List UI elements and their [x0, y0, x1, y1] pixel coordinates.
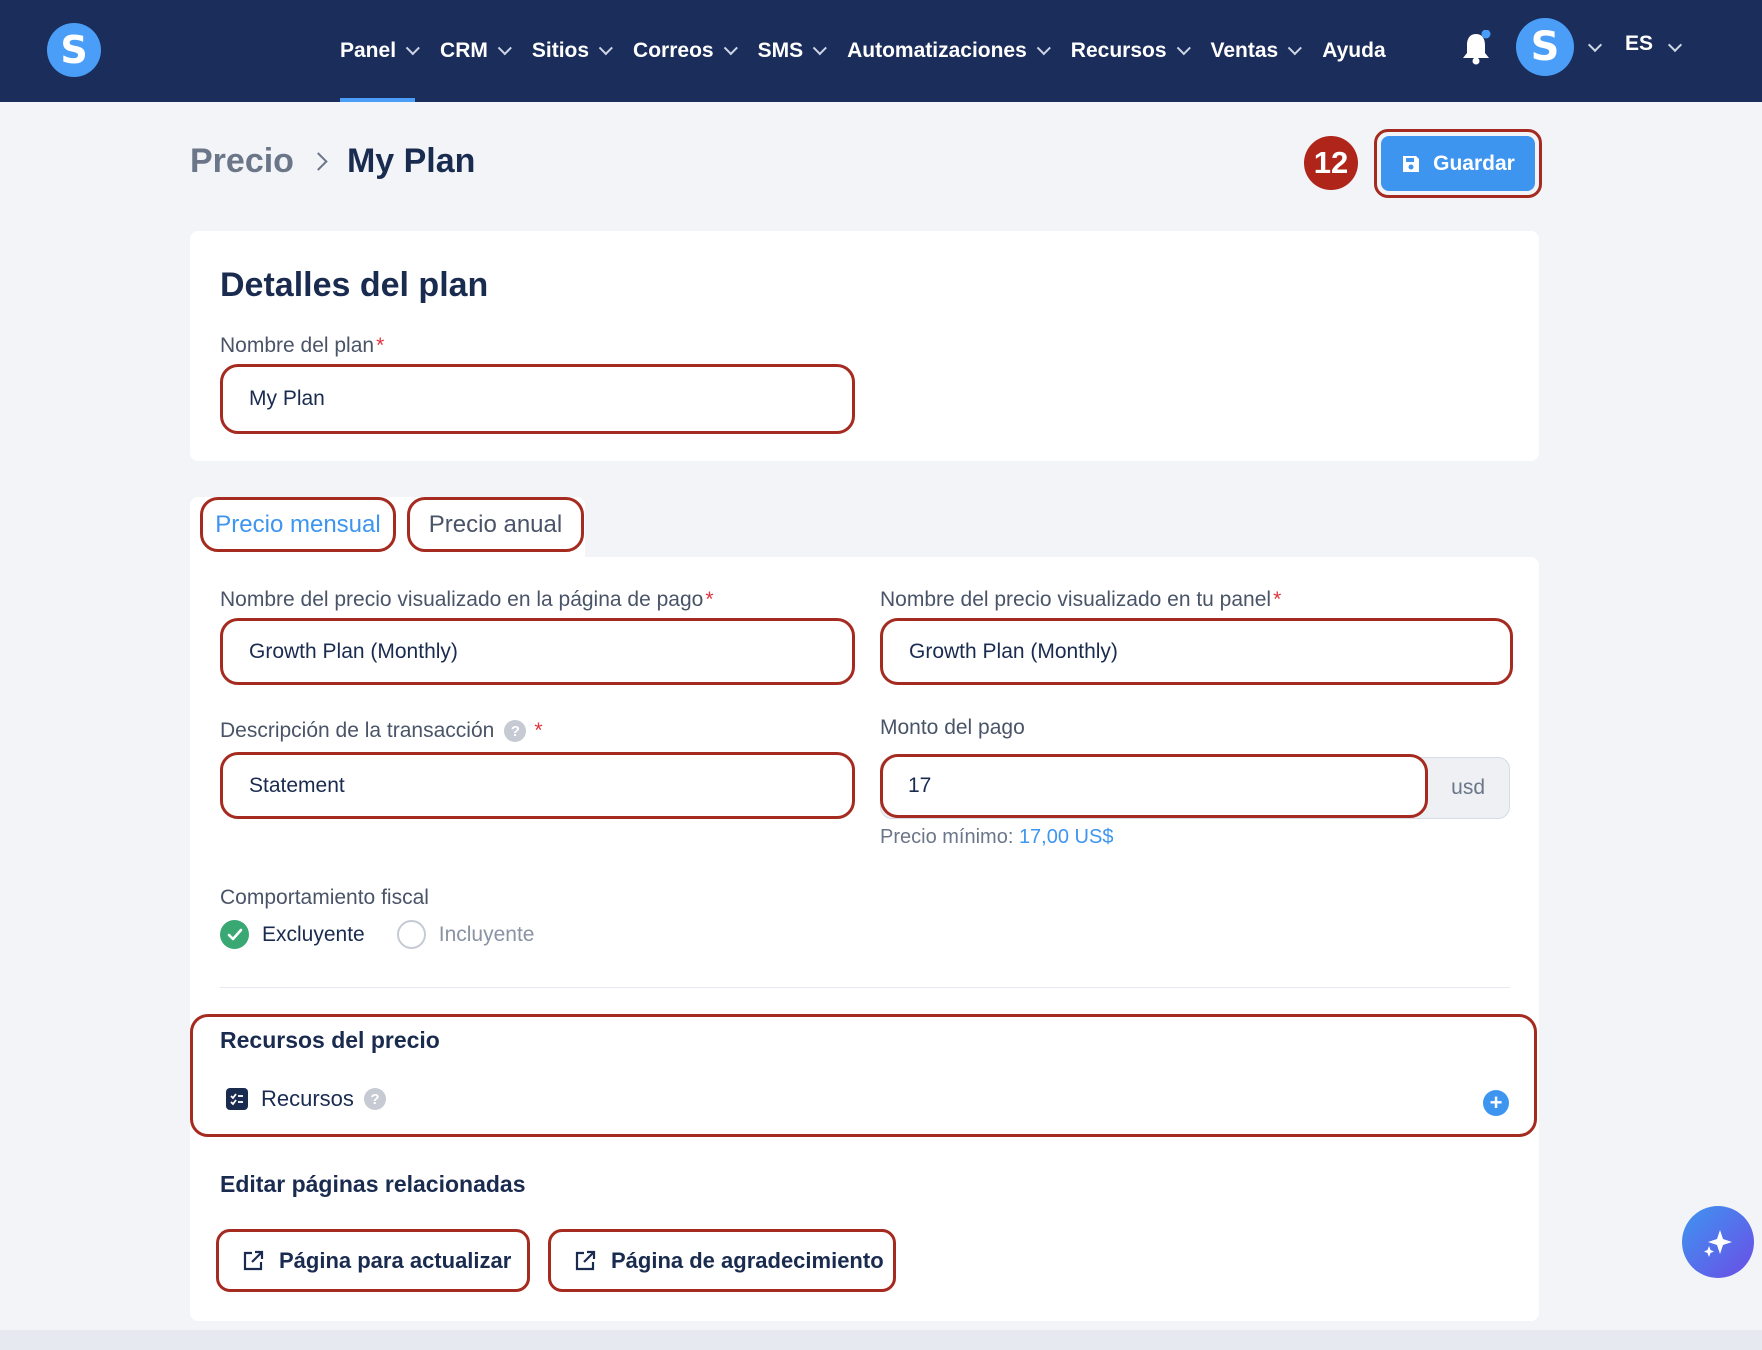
nav-item-ayuda[interactable]: Ayuda: [1322, 0, 1385, 102]
save-icon: [1403, 155, 1420, 172]
save-button-label: Guardar: [1433, 151, 1515, 175]
nav-item-ventas[interactable]: Ventas: [1210, 0, 1303, 102]
nav-item-label: Ayuda: [1322, 39, 1386, 62]
bell-icon[interactable]: [1460, 29, 1492, 66]
plan-name-highlight: My Plan: [220, 364, 855, 434]
checkout-name-label: Nombre del precio visualizado en la pági…: [220, 588, 714, 612]
help-icon[interactable]: ?: [363, 1088, 386, 1110]
panel-name-label: Nombre del precio visualizado en tu pane…: [880, 588, 1281, 612]
breadcrumb: Precio My Plan: [190, 142, 475, 181]
radio-inclusive-label[interactable]: Incluyente: [439, 923, 535, 947]
resources-row: Recursos ?: [226, 1086, 386, 1112]
nav-item-label: Panel: [340, 39, 397, 62]
chevron-down-icon: [1287, 41, 1303, 56]
page-title: My Plan: [346, 142, 476, 180]
amount-input[interactable]: 17: [886, 760, 1422, 812]
avatar[interactable]: S: [1516, 18, 1574, 76]
nav-item-label: Sitios: [531, 39, 590, 62]
currency-suffix: usd: [1451, 776, 1485, 799]
statement-label: Descripción de la transacción ? *: [220, 719, 543, 743]
resources-title: Recursos del precio: [220, 1027, 440, 1053]
label-text: Nombre del precio visualizado en tu pane…: [880, 588, 1272, 611]
resources-label: Recursos: [261, 1086, 354, 1111]
nav-item-sitios[interactable]: Sitios: [531, 0, 613, 102]
nav-item-crm[interactable]: CRM: [440, 0, 512, 102]
top-navigation-bar: S Panel CRM Sitios Correos SMS Automatiz…: [0, 0, 1762, 102]
nav-item-label: SMS: [757, 39, 804, 62]
checkout-name-input[interactable]: Growth Plan (Monthly): [227, 625, 848, 678]
save-button[interactable]: Guardar: [1381, 136, 1535, 191]
min-price-value: 17,00 US$: [1018, 826, 1114, 848]
required-mark: *: [1273, 588, 1282, 611]
required-mark: *: [705, 588, 714, 611]
checkout-name-highlight: Growth Plan (Monthly): [220, 618, 855, 685]
label-text: Nombre del precio visualizado en la pági…: [220, 588, 704, 611]
app-logo[interactable]: S: [47, 23, 101, 77]
plan-name-label: Nombre del plan*: [220, 334, 384, 358]
panel-name-input[interactable]: Growth Plan (Monthly): [887, 625, 1506, 678]
chevron-down-icon[interactable]: [1587, 37, 1603, 53]
upgrade-page-label: Página para actualizar: [279, 1247, 512, 1273]
nav-item-label: Ventas: [1210, 39, 1279, 62]
nav-item-label: CRM: [440, 39, 488, 62]
radio-exclusive-label[interactable]: Excluyente: [262, 923, 365, 947]
tax-behavior-options: Excluyente Incluyente: [220, 920, 534, 949]
radio-inclusive[interactable]: [396, 920, 426, 949]
nav-item-panel[interactable]: Panel: [340, 0, 420, 102]
chevron-down-icon: [405, 41, 420, 56]
statement-highlight: Statement: [220, 752, 855, 819]
label-text: Nombre del plan: [220, 334, 375, 357]
thank-you-page-label: Página de agradecimiento: [611, 1247, 884, 1273]
divider: [220, 987, 1510, 988]
tab-annual-price[interactable]: Precio anual: [407, 497, 584, 552]
chevron-down-icon: [812, 41, 827, 56]
tax-behavior-label: Comportamiento fiscal: [220, 886, 429, 909]
label-text: Descripción de la transacción: [220, 719, 495, 742]
chevron-down-icon: [723, 41, 738, 56]
chevron-down-icon: [598, 41, 613, 56]
nav-item-label: Recursos: [1070, 39, 1167, 62]
chevron-down-icon: [497, 41, 512, 56]
chevron-right-icon: [309, 152, 328, 171]
nav-item-correos[interactable]: Correos: [633, 0, 738, 102]
thank-you-page-button[interactable]: Página de agradecimiento: [548, 1229, 896, 1292]
amount-highlight: 17: [880, 754, 1428, 818]
min-price-note: Precio mínimo: 17,00 US$: [880, 826, 1113, 849]
upgrade-page-button[interactable]: Página para actualizar: [216, 1229, 530, 1292]
amount-label: Monto del pago: [880, 716, 1025, 739]
tab-monthly-price[interactable]: Precio mensual: [200, 497, 396, 552]
step-badge: 12: [1304, 136, 1358, 190]
plan-details-title: Detalles del plan: [220, 266, 489, 304]
nav-item-label: Automatizaciones: [847, 39, 1027, 62]
chevron-down-icon: [1176, 41, 1191, 56]
nav-item-sms[interactable]: SMS: [757, 0, 827, 102]
external-link-icon: [243, 1250, 264, 1270]
sparkle-icon[interactable]: [1682, 1206, 1754, 1278]
related-pages-title: Editar páginas relacionadas: [220, 1171, 526, 1197]
help-icon[interactable]: ?: [504, 720, 527, 742]
statement-input[interactable]: Statement: [227, 759, 848, 812]
required-mark: *: [534, 719, 543, 742]
panel-name-highlight: Growth Plan (Monthly): [880, 618, 1513, 685]
nav-item-label: Correos: [633, 39, 714, 62]
required-mark: *: [376, 334, 385, 357]
page-footer-strip: [0, 1330, 1762, 1350]
main-nav: Panel CRM Sitios Correos SMS Automatizac…: [340, 0, 1411, 102]
breadcrumb-root[interactable]: Precio: [190, 142, 294, 181]
language-selector[interactable]: ES: [1625, 32, 1653, 56]
chevron-down-icon: [1036, 41, 1051, 56]
nav-item-automatizaciones[interactable]: Automatizaciones: [847, 0, 1051, 102]
check-icon: [227, 928, 242, 940]
chevron-down-icon[interactable]: [1667, 37, 1683, 53]
min-price-label: Precio mínimo:: [880, 826, 1014, 848]
plan-name-input[interactable]: My Plan: [227, 371, 848, 427]
checklist-icon: [226, 1088, 248, 1110]
nav-item-recursos[interactable]: Recursos: [1070, 0, 1191, 102]
radio-exclusive-selected[interactable]: [220, 920, 249, 949]
plus-circle-icon[interactable]: +: [1483, 1090, 1509, 1116]
save-button-highlight: Guardar: [1374, 129, 1542, 198]
external-link-icon: [575, 1250, 596, 1270]
